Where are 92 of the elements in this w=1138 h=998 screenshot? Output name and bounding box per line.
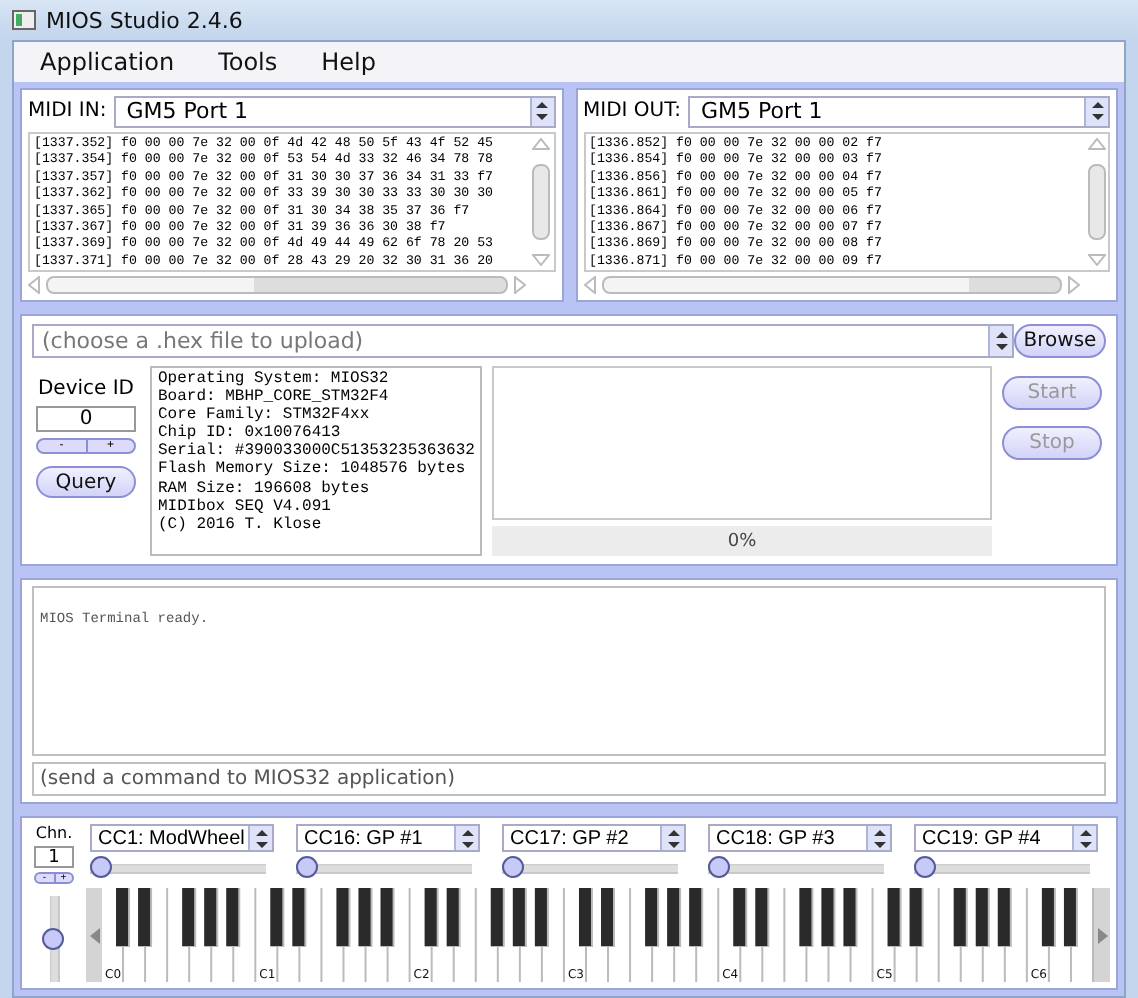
controller-slider-thumb[interactable] (502, 856, 524, 878)
channel-field[interactable]: 1 (34, 846, 74, 868)
piano-key[interactable] (344, 888, 365, 982)
piano-key[interactable] (300, 888, 321, 982)
piano-key[interactable] (454, 888, 475, 982)
piano-key[interactable] (675, 888, 696, 982)
piano-key[interactable] (542, 888, 563, 982)
menu-item[interactable]: Application (22, 48, 193, 76)
up-down-arrows-icon (1091, 102, 1103, 120)
port-label: MIDI IN: (28, 100, 107, 122)
info-line: Operating System: MIOS32 (158, 370, 391, 388)
controller-dropdown[interactable]: CC19: GP #4 (914, 824, 1098, 852)
info-line: Core Family: STM32F4xx (158, 406, 372, 425)
piano-key[interactable] (146, 888, 167, 982)
piano-key[interactable] (653, 888, 674, 982)
info-line: RAM Size: 196608 bytes (158, 479, 372, 498)
piano-key[interactable] (807, 888, 828, 982)
piano-key[interactable] (476, 888, 497, 982)
query-button[interactable]: Query (36, 466, 136, 498)
up-down-arrows-icon (1079, 829, 1091, 847)
piano-key[interactable] (587, 888, 607, 982)
controller-slider-thumb[interactable] (914, 856, 936, 878)
piano-key[interactable] (763, 888, 784, 982)
info-line: Board: MBHP_CORE_STM32F4 (158, 388, 391, 407)
port-dropdown[interactable]: GM5 Port 1 (688, 95, 1110, 127)
window-title: MIOS Studio 2.4.6 (46, 7, 243, 33)
piano-key[interactable] (432, 888, 453, 982)
up-down-arrows-icon (995, 332, 1007, 350)
piano-key[interactable] (785, 888, 806, 982)
info-line: Flash Memory Size: 1048576 bytes (158, 460, 468, 480)
piano-key[interactable] (667, 888, 680, 946)
piano-key[interactable] (322, 888, 343, 982)
piano-key[interactable] (917, 888, 938, 982)
info-line: MIDIbox SEQ V4.091 (158, 497, 333, 516)
menu-item[interactable]: Tools (200, 48, 296, 76)
device-id-label: Device ID (37, 378, 135, 400)
scrollbar-thumb[interactable] (601, 275, 1062, 293)
up-down-arrows-icon (873, 829, 885, 847)
piano-key[interactable] (138, 888, 151, 946)
piano-key[interactable] (609, 888, 630, 982)
browse-button[interactable]: Browse (1014, 324, 1106, 358)
controller-slider-thumb[interactable] (90, 856, 112, 878)
scrollbar-thumb[interactable] (532, 164, 550, 240)
piano-key[interactable] (234, 888, 255, 982)
controller-dropdown[interactable]: CC16: GP #1 (296, 824, 480, 852)
piano-key[interactable] (645, 888, 658, 946)
controller-dropdown[interactable]: CC17: GP #2 (502, 824, 686, 852)
up-down-arrows-icon (461, 829, 473, 847)
piano-key[interactable] (829, 888, 850, 982)
piano-key[interactable] (278, 888, 299, 982)
info-line: (C) 2016 T. Klose (158, 515, 324, 534)
piano-key[interactable] (1071, 888, 1092, 982)
port-dropdown[interactable]: GM5 Port 1 (114, 95, 555, 127)
piano-key[interactable] (366, 888, 387, 982)
piano-key[interactable] (1005, 888, 1026, 982)
piano-key[interactable] (895, 888, 916, 982)
info-line: Serial: #390033000C51353235363632 (158, 442, 474, 461)
piano-key[interactable] (388, 888, 409, 982)
device-id-field[interactable]: 0 (36, 406, 136, 432)
up-down-arrows-icon (255, 829, 267, 847)
piano-key[interactable] (939, 888, 960, 982)
channel-label: Chn. (35, 824, 73, 842)
up-down-arrows-icon (667, 829, 679, 847)
piano-key[interactable] (961, 888, 982, 982)
scrollbar-thumb[interactable] (1087, 164, 1105, 240)
piano-key[interactable] (124, 888, 145, 982)
piano-key[interactable] (498, 888, 519, 982)
pitch-wheel-thumb[interactable] (41, 927, 63, 950)
piano-key[interactable] (741, 888, 762, 982)
scrollbar-thumb[interactable] (46, 275, 507, 293)
piano-key[interactable] (168, 888, 189, 982)
port-label: MIDI OUT: (583, 100, 681, 122)
file-dropdown[interactable]: (choose a .hex file to upload) (32, 324, 1014, 358)
info-line: Chip ID: 0x10076413 (158, 424, 343, 443)
controller-dropdown[interactable]: CC18: GP #3 (708, 824, 892, 852)
piano-key[interactable] (697, 888, 718, 982)
command-field[interactable]: (send a command to MIOS32 application) (32, 762, 1106, 796)
progress-reading: 0% (727, 531, 757, 551)
controller-slider-thumb[interactable] (296, 856, 318, 878)
up-down-arrows-icon (536, 102, 548, 120)
controller-dropdown[interactable]: CC1: ModWheel (90, 824, 274, 852)
piano-key[interactable] (212, 888, 233, 982)
piano-key[interactable] (1049, 888, 1070, 982)
piano-key[interactable] (190, 888, 211, 982)
piano-key[interactable] (631, 888, 652, 982)
piano-key[interactable] (520, 888, 541, 982)
piano-key[interactable] (983, 888, 1004, 982)
piano-key[interactable] (116, 888, 129, 946)
controller-slider-thumb[interactable] (708, 856, 730, 878)
piano-key[interactable] (851, 888, 872, 982)
menu-item[interactable]: Help (303, 48, 394, 76)
app-icon (12, 10, 36, 30)
